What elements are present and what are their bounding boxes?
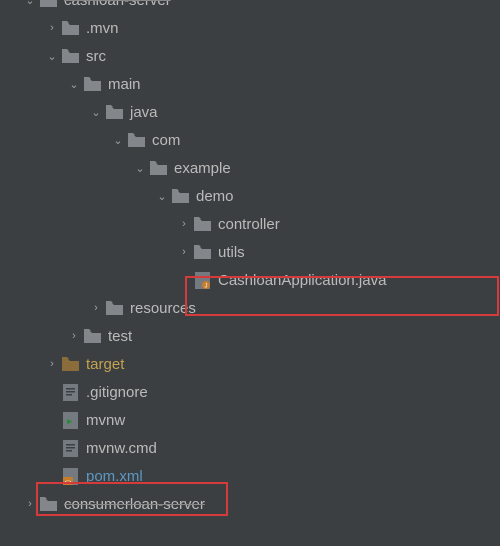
node-label: consumerloan-server (64, 496, 205, 513)
tree-row[interactable]: › resources (0, 294, 500, 322)
collapse-icon[interactable]: › (44, 358, 60, 370)
node-label: test (108, 328, 132, 345)
tree-row[interactable]: ⌄ example (0, 154, 500, 182)
collapse-icon[interactable]: › (66, 330, 82, 342)
tree-row[interactable]: ⌄ src (0, 42, 500, 70)
node-label: java (130, 104, 158, 121)
folder-icon (192, 215, 212, 233)
tree-row[interactable]: ⌄ cashloan-server (0, 0, 500, 14)
expand-icon[interactable]: ⌄ (88, 106, 104, 119)
node-label: mvnw.cmd (86, 440, 157, 457)
folder-excluded-icon (60, 355, 80, 373)
folder-icon (38, 0, 58, 9)
folder-icon (126, 131, 146, 149)
collapse-icon[interactable]: › (44, 22, 60, 34)
java-file-icon (192, 271, 212, 289)
tree-row[interactable]: › consumerloan-server (0, 490, 500, 518)
text-file-icon (60, 383, 80, 401)
node-label: CashloanApplication.java (218, 272, 386, 289)
node-label: utils (218, 244, 245, 261)
expand-icon[interactable]: ⌄ (132, 162, 148, 175)
tree-row[interactable]: ⌄ demo (0, 182, 500, 210)
expand-icon[interactable]: ⌄ (66, 78, 82, 91)
tree-row[interactable]: ⌄ com (0, 126, 500, 154)
node-label: demo (196, 188, 234, 205)
tree-row[interactable]: › test (0, 322, 500, 350)
folder-icon (192, 243, 212, 261)
node-label: main (108, 76, 141, 93)
tree-row[interactable]: › .mvn (0, 14, 500, 42)
folder-icon (104, 103, 124, 121)
tree-row[interactable]: › target (0, 350, 500, 378)
folder-icon (60, 47, 80, 65)
tree-row[interactable]: ⌄ java (0, 98, 500, 126)
folder-icon (82, 327, 102, 345)
tree-row[interactable]: mvnw (0, 406, 500, 434)
tree-row[interactable]: › controller (0, 210, 500, 238)
tree-row[interactable]: › utils (0, 238, 500, 266)
node-label: com (152, 132, 180, 149)
expand-icon[interactable]: ⌄ (110, 134, 126, 147)
collapse-icon[interactable]: › (22, 498, 38, 510)
node-label: mvnw (86, 412, 125, 429)
collapse-icon[interactable]: › (88, 302, 104, 314)
node-label: controller (218, 216, 280, 233)
node-label: example (174, 160, 231, 177)
node-label: resources (130, 300, 196, 317)
folder-icon (60, 19, 80, 37)
expand-icon[interactable]: ⌄ (22, 0, 38, 7)
node-label: cashloan-server (64, 0, 171, 9)
tree-row[interactable]: CashloanApplication.java (0, 266, 500, 294)
expand-icon[interactable]: ⌄ (44, 50, 60, 63)
tree-row[interactable]: ⌄ main (0, 70, 500, 98)
collapse-icon[interactable]: › (176, 218, 192, 230)
folder-icon (104, 299, 124, 317)
tree-row[interactable]: pom.xml (0, 462, 500, 490)
shell-file-icon (60, 411, 80, 429)
xml-file-icon (60, 467, 80, 485)
folder-icon (82, 75, 102, 93)
folder-icon (148, 159, 168, 177)
text-file-icon (60, 439, 80, 457)
folder-icon (38, 495, 58, 513)
tree-row[interactable]: mvnw.cmd (0, 434, 500, 462)
node-label: target (86, 356, 124, 373)
folder-icon (170, 187, 190, 205)
expand-icon[interactable]: ⌄ (154, 190, 170, 203)
node-label: .mvn (86, 20, 119, 37)
node-label: pom.xml (86, 468, 143, 485)
collapse-icon[interactable]: › (176, 246, 192, 258)
tree-row[interactable]: .gitignore (0, 378, 500, 406)
node-label: src (86, 48, 106, 65)
node-label: .gitignore (86, 384, 148, 401)
